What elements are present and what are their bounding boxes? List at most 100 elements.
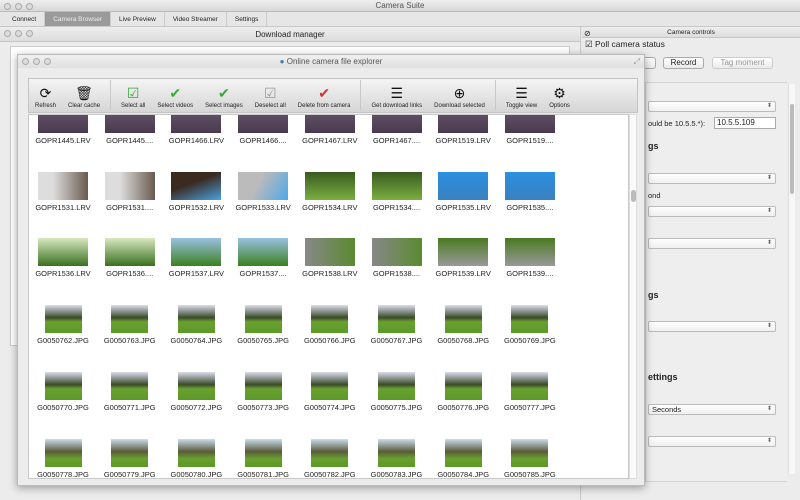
- get-download-links-button[interactable]: ☰ Get download links: [365, 84, 428, 112]
- file-item[interactable]: G0050766.JPG: [297, 305, 363, 345]
- select-7[interactable]: [648, 436, 776, 447]
- file-thumbnail: [378, 305, 415, 334]
- download-selected-button[interactable]: ⊕ Download selected: [428, 84, 491, 112]
- select-images-button[interactable]: ✔ Select images: [199, 84, 249, 112]
- tab-connect[interactable]: Connect: [4, 12, 46, 26]
- ip-input[interactable]: 10.5.5.109: [714, 117, 776, 129]
- refresh-button[interactable]: ⟳ Refresh: [29, 84, 62, 112]
- file-item[interactable]: GOPR1533.LRV: [230, 171, 296, 212]
- file-item[interactable]: G0050768.JPG: [430, 305, 496, 345]
- select-videos-button[interactable]: ✔ Select videos: [151, 84, 199, 112]
- file-item[interactable]: GOPR1466.LRV: [163, 115, 229, 145]
- select-all-button[interactable]: ☑ Select all: [115, 84, 151, 112]
- file-name: G0050783.JPG: [370, 469, 423, 479]
- refresh-icon: ⟳: [39, 85, 52, 101]
- window-controls[interactable]: [4, 3, 33, 10]
- toolbar-label: Deselect all: [254, 103, 286, 109]
- select-1[interactable]: [648, 101, 776, 112]
- file-name: GOPR1466....: [239, 136, 287, 145]
- file-item[interactable]: GOPR1466....: [230, 115, 296, 145]
- file-item[interactable]: G0050784.JPG: [430, 438, 496, 478]
- fullscreen-icon[interactable]: ⤢: [634, 55, 640, 68]
- file-item[interactable]: GOPR1538....: [364, 238, 430, 278]
- file-name: G0050769.JPG: [504, 336, 556, 346]
- select-2[interactable]: [648, 173, 776, 184]
- file-item[interactable]: G0050774.JPG: [297, 371, 363, 412]
- file-item[interactable]: GOPR1534.LRV: [297, 171, 363, 212]
- file-item[interactable]: G0050770.JPG: [30, 371, 96, 412]
- file-item[interactable]: GOPR1519.LRV: [430, 115, 496, 145]
- file-thumbnail: [444, 438, 482, 467]
- deselect-all-button[interactable]: ☑ Deselect all: [249, 84, 292, 112]
- file-name: G0050763.JPG: [103, 336, 156, 346]
- file-item[interactable]: G0050775.JPG: [364, 371, 430, 412]
- file-name: G0050779.JPG: [103, 469, 156, 479]
- file-item[interactable]: GOPR1535.LRV: [430, 171, 496, 212]
- file-item[interactable]: G0050767.JPG: [364, 305, 430, 345]
- file-item[interactable]: GOPR1536....: [97, 238, 163, 278]
- panel-scrollbar[interactable]: [788, 84, 795, 474]
- file-item[interactable]: GOPR1539....: [497, 238, 563, 278]
- file-item[interactable]: G0050764.JPG: [163, 305, 229, 345]
- file-name: GOPR1537.LRV: [168, 269, 225, 279]
- file-item[interactable]: GOPR1531....: [97, 171, 163, 212]
- file-name: GOPR1519....: [506, 136, 554, 145]
- file-item[interactable]: G0050783.JPG: [364, 438, 430, 479]
- file-item[interactable]: GOPR1539.LRV: [430, 238, 496, 278]
- file-item[interactable]: GOPR1467.LRV: [297, 115, 363, 145]
- file-item[interactable]: G0050773.JPG: [230, 371, 296, 412]
- delete-from-camera-button[interactable]: ✔ Delete from camera: [292, 84, 357, 112]
- clear-cache-button[interactable]: 🗑 Clear cache: [62, 84, 106, 112]
- grid-scrollbar[interactable]: [629, 114, 637, 479]
- file-item[interactable]: GOPR1531.LRV: [30, 171, 96, 212]
- file-item[interactable]: GOPR1535....: [497, 171, 563, 212]
- file-item[interactable]: G0050772.JPG: [163, 371, 229, 412]
- options-button[interactable]: ⚙ Options: [543, 84, 576, 112]
- file-item[interactable]: G0050762.JPG: [30, 305, 96, 345]
- toolbar-separator: [494, 80, 496, 110]
- select-5[interactable]: [648, 321, 776, 332]
- file-item[interactable]: GOPR1519....: [497, 115, 563, 145]
- file-item[interactable]: GOPR1537.LRV: [163, 238, 229, 278]
- file-item[interactable]: G0050777.JPG: [497, 371, 563, 412]
- file-item[interactable]: G0050785.JPG: [497, 438, 563, 478]
- file-item[interactable]: G0050769.JPG: [497, 305, 563, 345]
- record-button[interactable]: Record: [663, 57, 704, 69]
- tab-live-preview[interactable]: Live Preview: [111, 12, 165, 26]
- file-item[interactable]: GOPR1536.LRV: [30, 238, 96, 278]
- file-name: GOPR1519.LRV: [435, 136, 491, 145]
- file-item[interactable]: G0050771.JPG: [97, 371, 163, 412]
- file-item[interactable]: GOPR1445....: [97, 115, 163, 145]
- tab-video-streamer[interactable]: Video Streamer: [165, 12, 227, 26]
- file-name: GOPR1534.LRV: [302, 202, 358, 212]
- window-controls[interactable]: [4, 30, 33, 37]
- file-thumbnail: [238, 115, 289, 133]
- window-controls[interactable]: [22, 58, 51, 65]
- file-thumbnail: [238, 238, 289, 267]
- select-4[interactable]: [648, 238, 776, 249]
- file-item[interactable]: G0050778.JPG: [30, 438, 96, 478]
- file-item[interactable]: GOPR1537....: [230, 238, 296, 278]
- file-thumbnail: [171, 238, 222, 267]
- file-item[interactable]: G0050780.JPG: [163, 438, 229, 478]
- tab-settings[interactable]: Settings: [227, 12, 268, 26]
- file-thumbnail: [438, 115, 489, 133]
- file-item[interactable]: GOPR1445.LRV: [30, 115, 96, 145]
- file-item[interactable]: GOPR1467....: [364, 115, 430, 145]
- tab-camera-browser[interactable]: Camera Browser: [45, 12, 111, 26]
- file-item[interactable]: G0050763.JPG: [97, 305, 163, 345]
- tag-moment-button[interactable]: Tag moment: [712, 57, 773, 69]
- file-item[interactable]: GOPR1538.LRV: [297, 238, 363, 278]
- file-item[interactable]: G0050765.JPG: [230, 305, 296, 345]
- collapse-icon[interactable]: ⊘: [584, 28, 591, 39]
- file-item[interactable]: G0050776.JPG: [430, 371, 496, 412]
- file-item[interactable]: G0050779.JPG: [97, 438, 163, 479]
- toggle-view-button[interactable]: ☰ Toggle view: [500, 84, 543, 112]
- poll-camera-status-checkbox[interactable]: ☑ Poll camera status: [585, 39, 665, 50]
- seconds-select[interactable]: Seconds: [648, 404, 776, 415]
- file-item[interactable]: G0050781.JPG: [230, 438, 296, 478]
- file-item[interactable]: GOPR1532.LRV: [163, 171, 229, 212]
- select-3[interactable]: [648, 206, 776, 217]
- file-item[interactable]: G0050782.JPG: [297, 438, 363, 478]
- file-item[interactable]: GOPR1534....: [364, 171, 430, 212]
